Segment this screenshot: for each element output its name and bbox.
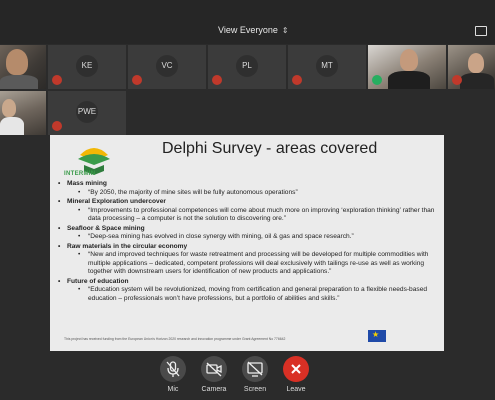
section-detail: “By 2050, the majority of mine sites wil…	[58, 189, 436, 198]
top-bar: View Everyone ⇕	[0, 0, 495, 44]
call-controls: Mic Camera Screen Leave	[0, 352, 495, 400]
participant-video	[6, 49, 28, 75]
section-detail: “Improvements to professional competence…	[58, 207, 436, 224]
view-selector-label: View Everyone	[218, 25, 278, 35]
section-detail: “Education system will be revolutionized…	[58, 286, 436, 303]
participant-tile[interactable]: MT	[288, 45, 366, 89]
camera-button[interactable]	[201, 356, 227, 382]
participant-video	[0, 117, 24, 135]
mic-label: Mic	[167, 386, 179, 393]
screen-label: Screen	[243, 386, 267, 393]
mic-off-icon	[452, 75, 462, 85]
cast-icon[interactable]	[475, 26, 487, 36]
participant-tile[interactable]: KE	[48, 45, 126, 89]
section-heading: Seafloor & Space mining	[58, 225, 436, 234]
participant-video	[400, 49, 418, 71]
slide-title: Delphi Survey - areas covered	[162, 140, 378, 157]
participant-initials: PL	[236, 55, 258, 77]
mic-off-icon	[166, 361, 180, 377]
participant-initials: VC	[156, 55, 178, 77]
screen-share-icon	[247, 361, 263, 377]
participant-initials: KE	[76, 55, 98, 77]
video-tile[interactable]	[368, 45, 446, 89]
section-heading: Mass mining	[58, 180, 436, 189]
shared-screen: INTERMIN Delphi Survey - areas covered M…	[50, 135, 444, 351]
mic-off-icon	[52, 75, 62, 85]
slide-content: Mass mining “By 2050, the majority of mi…	[58, 180, 436, 304]
participant-tile[interactable]: PWE	[48, 91, 126, 135]
video-tile[interactable]	[0, 45, 46, 89]
participant-video	[460, 73, 494, 89]
participant-initials: PWE	[76, 101, 98, 123]
participant-initials: MT	[316, 55, 338, 77]
leave-button[interactable]	[283, 356, 309, 382]
section-detail: “Deep-sea mining has evolved in close sy…	[58, 233, 436, 242]
chevron-updown-icon: ⇕	[281, 26, 289, 35]
section-heading: Future of education	[58, 278, 436, 287]
video-tile[interactable]	[448, 45, 495, 89]
participant-video	[2, 99, 16, 117]
mic-button[interactable]	[160, 356, 186, 382]
funding-note: This project has received funding from t…	[64, 337, 286, 341]
camera-label: Camera	[201, 386, 227, 393]
mic-on-icon	[372, 75, 382, 85]
mic-off-icon	[52, 121, 62, 131]
participant-video	[468, 53, 484, 73]
section-heading: Mineral Exploration undercover	[58, 198, 436, 207]
mic-off-icon	[292, 75, 302, 85]
mic-off-icon	[212, 75, 222, 85]
logo-text: INTERMIN	[64, 171, 96, 177]
close-icon	[291, 364, 301, 374]
participant-tile[interactable]: PL	[208, 45, 286, 89]
participant-tile[interactable]: VC	[128, 45, 206, 89]
eu-flag-icon	[368, 330, 386, 342]
section-detail: “New and improved techniques for waste r…	[58, 251, 436, 277]
screen-button[interactable]	[242, 356, 268, 382]
leave-label: Leave	[286, 386, 306, 393]
camera-off-icon	[206, 362, 222, 377]
video-tile[interactable]	[0, 91, 46, 135]
section-heading: Raw materials in the circular economy	[58, 243, 436, 252]
view-selector[interactable]: View Everyone ⇕	[218, 25, 289, 35]
participant-video	[388, 71, 430, 89]
mic-off-icon	[132, 75, 142, 85]
participant-video	[0, 75, 38, 89]
